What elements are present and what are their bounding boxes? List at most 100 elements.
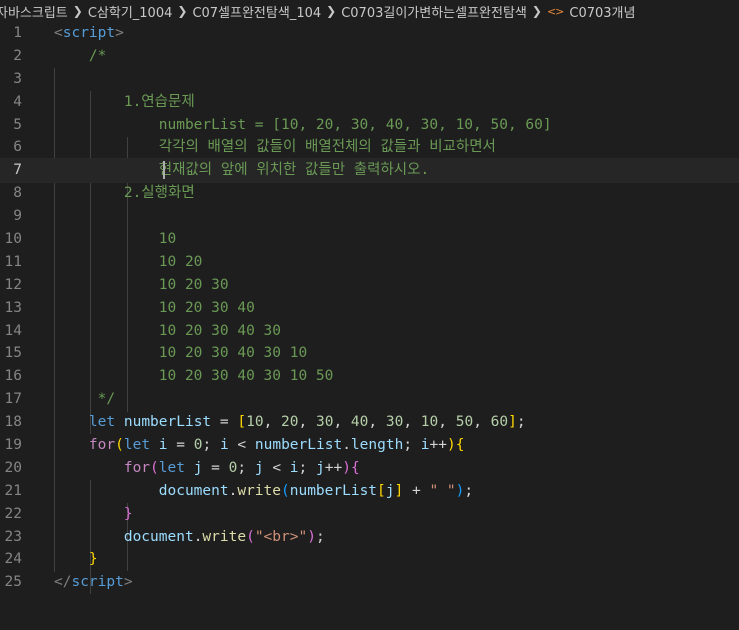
code-line[interactable]: 3 <box>0 68 739 91</box>
chevron-right-icon: ❯ <box>531 4 542 18</box>
line-code: for(let j = 0; j < i; j++){ <box>54 457 360 480</box>
code-token: 10 <box>158 231 177 248</box>
code-token: 10 <box>246 414 264 431</box>
code-token: 2.실행화면 <box>123 185 195 202</box>
code-token: i <box>289 459 299 476</box>
code-line[interactable]: 16 10 20 30 40 30 10 50 <box>0 365 739 388</box>
line-number: 7 <box>13 162 22 179</box>
code-line[interactable]: 9 <box>0 205 739 228</box>
code-token: = <box>167 437 194 454</box>
code-token: ; <box>298 459 316 476</box>
line-number: 5 <box>13 116 22 133</box>
line-number: 1 <box>13 25 22 41</box>
code-line[interactable]: 10 10 <box>0 228 739 251</box>
code-line[interactable]: 19 for(let i = 0; i < numberList.length;… <box>0 434 739 457</box>
breadcrumb-item-folder-chapter[interactable]: C07셀프완전탐색_104 <box>192 2 321 21</box>
code-token: > <box>115 25 124 41</box>
code-token: i <box>219 437 229 454</box>
code-token: numberList <box>289 482 378 499</box>
line-number: 11 <box>4 253 22 270</box>
line-code: let numberList = [10, 20, 30, 40, 30, 10… <box>54 411 526 434</box>
line-number: 2 <box>13 47 22 64</box>
line-code: 현재값의 앞에 위치한 값들만 출력하시오. <box>54 159 429 182</box>
code-token: ( <box>246 528 255 545</box>
line-number: 24 <box>4 551 22 568</box>
code-line[interactable]: 22 } <box>0 503 739 526</box>
breadcrumb-item-folder-root[interactable]: 자바스크립트 <box>0 2 68 21</box>
line-code: } <box>54 503 133 526</box>
code-token: 50 <box>455 414 474 431</box>
line-code: </script> <box>54 571 133 594</box>
code-token: */ <box>97 391 116 408</box>
code-token: j <box>316 459 325 476</box>
code-token: } <box>88 551 98 568</box>
code-token: 30 <box>385 414 404 431</box>
code-token: [ <box>377 482 386 499</box>
line-number: 18 <box>4 414 22 431</box>
code-line[interactable]: 17 */ <box>0 388 739 411</box>
line-code: for(let i = 0; i < numberList.length; i+… <box>54 434 465 457</box>
code-line[interactable]: 21 document.write(numberList[j] + " "); <box>0 480 739 503</box>
code-line[interactable]: 18 let numberList = [10, 20, 30, 40, 30,… <box>0 411 739 434</box>
code-line[interactable]: 25 </script> <box>0 571 739 594</box>
code-token: /* <box>88 47 107 64</box>
code-editor[interactable]: 1 <script> 2 /* 3 4 1.연습문제 5 numberList = [10… <box>0 22 739 630</box>
line-number: 23 <box>4 528 22 545</box>
code-token: document <box>123 528 194 545</box>
code-token: script <box>62 25 116 41</box>
code-line[interactable]: 1 <script> <box>0 22 739 45</box>
code-line[interactable]: 23 document.write("<br>"); <box>0 526 739 549</box>
code-line[interactable]: 13 10 20 30 40 <box>0 297 739 320</box>
line-code: 각각의 배열의 값들이 배열전체의 값들과 비교하면서 <box>54 136 496 159</box>
code-line[interactable]: 12 10 20 30 <box>0 274 739 297</box>
code-token: 10 20 30 <box>158 276 229 293</box>
code-token: for <box>123 459 151 476</box>
code-line[interactable]: 7 현재값의 앞에 위치한 값들만 출력하시오. <box>0 158 739 184</box>
code-token: j <box>254 459 264 476</box>
code-token: , <box>438 414 456 431</box>
code-line[interactable]: 8 2.실행화면 <box>0 182 739 205</box>
line-number: 9 <box>13 208 22 225</box>
code-line[interactable]: 6 각각의 배열의 값들이 배열전체의 값들과 비교하면서 <box>0 136 739 159</box>
code-token: , <box>298 414 316 431</box>
code-token: 60 <box>490 414 509 431</box>
code-token: = <box>202 459 229 476</box>
breadcrumb-item-file[interactable]: C0703개념 <box>569 2 635 21</box>
code-line[interactable]: 2 /* <box>0 45 739 68</box>
code-token: 각각의 배열의 값들이 배열전체의 값들과 비교하면서 <box>158 139 496 156</box>
code-line[interactable]: 5 numberList = [10, 20, 30, 40, 30, 10, … <box>0 114 739 137</box>
line-code: 10 20 <box>54 251 203 274</box>
breadcrumb-item-folder-term[interactable]: C삼학기_1004 <box>88 2 173 21</box>
line-number: 4 <box>13 93 22 110</box>
code-line[interactable]: 24 } <box>0 548 739 571</box>
line-code: 10 20 30 40 30 10 <box>54 342 307 365</box>
line-number: 25 <box>4 574 22 591</box>
code-token: script <box>71 574 124 591</box>
line-code: */ <box>54 388 115 411</box>
code-token: ; <box>237 459 255 476</box>
code-line[interactable]: 4 1.연습문제 <box>0 91 739 114</box>
breadcrumb-item-folder-section[interactable]: C0703길이가변하는셀프완전탐색 <box>341 2 527 21</box>
code-token: ) <box>446 437 456 454</box>
code-line[interactable]: 20 for(let j = 0; j < i; j++){ <box>0 457 739 480</box>
line-number: 22 <box>4 505 22 522</box>
line-number: 15 <box>4 345 22 362</box>
code-token: let <box>158 459 185 476</box>
code-line[interactable]: 15 10 20 30 40 30 10 <box>0 342 739 365</box>
code-token: ] <box>394 482 404 499</box>
code-line[interactable]: 14 10 20 30 40 30 <box>0 320 739 343</box>
line-number: 3 <box>13 70 22 87</box>
code-line[interactable]: 11 10 20 <box>0 251 739 274</box>
